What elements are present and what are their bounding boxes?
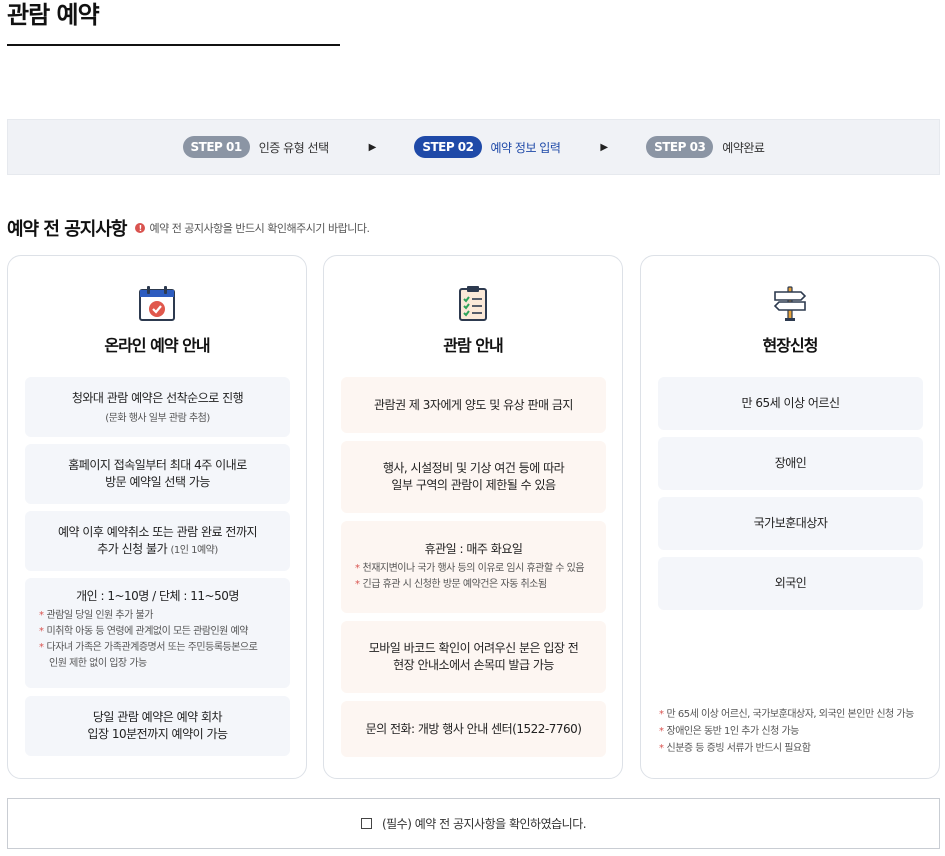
note-star-icon: *	[39, 610, 44, 621]
online-note-item: * 미취학 아동 등 연령에 관계없이 모든 관람인원 예약	[39, 624, 276, 640]
visit-note-text: 긴급 휴관 시 신청한 방문 예약건은 자동 취소됨	[362, 579, 548, 590]
online-note-text: 다자녀 가족은 가족관계증명서 또는 주민등록등본으로	[46, 642, 258, 653]
online-note-text: 관람일 당일 인원 추가 불가	[46, 610, 154, 621]
visit-notes-list: * 천재지변이나 국가 행사 등의 이유로 임시 휴관할 수 있음 * 긴급 휴관 …	[355, 561, 592, 593]
onsite-note-item: * 신분증 등 증빙 서류가 반드시 필요함	[659, 740, 914, 757]
onsite-eligibility-item: 만 65세 이상 어르신	[658, 377, 923, 430]
step-progress-bar: STEP 01 인증 유형 선택 ▶ STEP 02 예약 정보 입력 ▶ ST…	[7, 119, 940, 175]
note-star-icon: *	[355, 563, 360, 574]
title-underline	[7, 44, 340, 46]
onsite-note-text: 신분증 등 증빙 서류가 반드시 필요함	[666, 743, 811, 754]
visit-info-text: 현장 안내소에서 손목띠 발급 가능	[393, 658, 554, 672]
step-1: STEP 01 인증 유형 선택	[182, 136, 329, 158]
online-info-box-2: 홈페이지 접속일부터 최대 4주 이내로 방문 예약일 선택 가능	[25, 444, 290, 504]
page-title: 관람 예약	[7, 1, 100, 29]
visit-info-text: 관람권 제 3자에게 양도 및 유상 판매 금지	[374, 397, 573, 412]
visit-info-card: 관람 안내 관람권 제 3자에게 양도 및 유상 판매 금지 행사, 시설정비 …	[323, 255, 623, 779]
visit-info-box-4: 모바일 바코드 확인이 어려우신 분은 입장 전 현장 안내소에서 손목띠 발급…	[341, 621, 606, 693]
onsite-eligibility-text: 만 65세 이상 어르신	[741, 396, 841, 410]
onsite-application-card: 현장신청 만 65세 이상 어르신 장애인 국가보훈대상자 외국인 * 만 65세…	[640, 255, 940, 779]
visit-info-box-1: 관람권 제 3자에게 양도 및 유상 판매 금지	[341, 377, 606, 433]
online-info-text: 당일 관람 예약은 예약 회차	[92, 710, 223, 724]
notice-section-note: 예약 전 공지사항을 반드시 확인해주시기 바랍니다.	[149, 222, 370, 235]
online-info-text: 방문 예약일 선택 가능	[105, 475, 210, 489]
visit-info-text: 행사, 시설정비 및 기상 여건 등에 따라	[382, 461, 565, 475]
note-star-icon: *	[39, 642, 44, 653]
onsite-eligibility-text: 외국인	[774, 576, 807, 590]
step-3-label: 예약완료	[722, 140, 765, 155]
step-1-label: 인증 유형 선택	[258, 140, 329, 155]
notice-confirm-label[interactable]: (필수) 예약 전 공지사항을 확인하였습니다.	[382, 815, 587, 832]
visit-note-text: 천재지변이나 국가 행사 등의 이유로 임시 휴관할 수 있음	[362, 563, 585, 574]
online-note-continuation: 인원 제한 없이 입장 가능	[49, 658, 147, 669]
onsite-notes-list: * 만 65세 이상 어르신, 국가보훈대상자, 외국인 본인만 신청 가능 * 장…	[659, 706, 914, 757]
visit-info-card-title: 관람 안내	[443, 336, 503, 355]
onsite-note-text: 만 65세 이상 어르신, 국가보훈대상자, 외국인 본인만 신청 가능	[666, 709, 915, 720]
visit-info-box-5: 문의 전화: 개방 행사 안내 센터(1522-7760)	[341, 701, 606, 757]
step-arrow-icon: ▶	[368, 141, 377, 153]
onsite-note-text: 장애인은 동반 1인 추가 신청 가능	[666, 726, 800, 737]
visit-note-item: * 천재지변이나 국가 행사 등의 이유로 임시 휴관할 수 있음	[355, 561, 592, 577]
online-reservation-card: 온라인 예약 안내 청와대 관람 예약은 선착순으로 진행 (문화 행사 일부 …	[7, 255, 307, 779]
online-info-text: 개인 : 1~10명 / 단체 : 11~50명	[76, 589, 239, 603]
signpost-icon	[773, 286, 807, 321]
note-star-icon: *	[659, 726, 664, 737]
step-3: STEP 03 예약완료	[646, 136, 765, 158]
online-info-subtext: (문화 행사 일부 관람 추첨)	[105, 413, 210, 424]
calendar-check-icon	[139, 286, 175, 321]
visit-info-box-2: 행사, 시설정비 및 기상 여건 등에 따라 일부 구역의 관람이 제한될 수 …	[341, 441, 606, 513]
onsite-application-card-title: 현장신청	[762, 336, 819, 355]
onsite-eligibility-item: 장애인	[658, 437, 923, 490]
online-info-paren: (1인 1예약)	[170, 544, 218, 556]
online-note-text: 미취학 아동 등 연령에 관계없이 모든 관람인원 예약	[46, 626, 249, 637]
clipboard-checklist-icon	[459, 286, 487, 321]
online-info-text: 청와대 관람 예약은 선착순으로 진행	[71, 391, 244, 405]
online-note-item: * 다자녀 가족은 가족관계증명서 또는 주민등록등본으로	[39, 640, 276, 656]
notice-confirm-checkbox[interactable]	[360, 818, 372, 829]
onsite-eligibility-text: 장애인	[774, 456, 807, 470]
online-info-text: 예약 이후 예약취소 또는 관람 완료 전까지	[57, 524, 258, 539]
online-info-text: 홈페이지 접속일부터 최대 4주 이내로	[68, 458, 247, 472]
alert-icon: !	[135, 223, 146, 233]
step-2: STEP 02 예약 정보 입력	[414, 136, 561, 158]
note-star-icon: *	[659, 743, 664, 754]
online-info-text: 추가 신청 불가 (1인 1예약)	[39, 541, 276, 559]
step-3-badge: STEP 03	[646, 136, 714, 158]
online-info-box-1: 청와대 관람 예약은 선착순으로 진행 (문화 행사 일부 관람 추첨)	[25, 377, 290, 437]
online-info-box-5: 당일 관람 예약은 예약 회차 입장 10분전까지 예약이 가능	[25, 696, 290, 756]
online-info-text-part: 추가 신청 불가	[97, 541, 168, 556]
visit-info-text: 문의 전화: 개방 행사 안내 센터(1522-7760)	[365, 721, 582, 736]
note-star-icon: *	[39, 626, 44, 637]
visit-info-text: 휴관일 : 매주 화요일	[424, 542, 523, 556]
step-arrow-icon: ▶	[600, 141, 609, 153]
notice-confirm-row[interactable]: (필수) 예약 전 공지사항을 확인하였습니다.	[7, 798, 940, 849]
visit-note-item: * 긴급 휴관 시 신청한 방문 예약건은 자동 취소됨	[355, 577, 592, 593]
online-info-text: 입장 10분전까지 예약이 가능	[87, 727, 228, 741]
online-info-box-3: 예약 이후 예약취소 또는 관람 완료 전까지 추가 신청 불가 (1인 1예약…	[25, 511, 290, 571]
step-1-badge: STEP 01	[182, 136, 250, 158]
online-info-box-4: 개인 : 1~10명 / 단체 : 11~50명 * 관람일 당일 인원 추가 불…	[25, 578, 290, 688]
visit-info-text: 일부 구역의 관람이 제한될 수 있음	[391, 478, 556, 492]
visit-info-text: 모바일 바코드 확인이 어려우신 분은 입장 전	[368, 641, 579, 655]
step-2-label: 예약 정보 입력	[490, 140, 561, 155]
note-star-icon: *	[659, 709, 664, 720]
notice-section-title: 예약 전 공지사항	[7, 219, 127, 240]
online-notes-list: * 관람일 당일 인원 추가 불가 * 미취학 아동 등 연령에 관계없이 모든 관…	[39, 608, 276, 672]
onsite-eligibility-item: 외국인	[658, 557, 923, 610]
onsite-note-item: * 만 65세 이상 어르신, 국가보훈대상자, 외국인 본인만 신청 가능	[659, 706, 914, 723]
onsite-eligibility-text: 국가보훈대상자	[753, 516, 828, 530]
onsite-note-item: * 장애인은 동반 1인 추가 신청 가능	[659, 723, 914, 740]
step-2-badge: STEP 02	[414, 136, 482, 158]
onsite-eligibility-item: 국가보훈대상자	[658, 497, 923, 550]
online-note-item: * 관람일 당일 인원 추가 불가	[39, 608, 276, 624]
notice-section-header: 예약 전 공지사항 ! 예약 전 공지사항을 반드시 확인해주시기 바랍니다.	[7, 215, 370, 241]
visit-info-box-3: 휴관일 : 매주 화요일 * 천재지변이나 국가 행사 등의 이유로 임시 휴관할…	[341, 521, 606, 613]
note-star-icon: *	[355, 579, 360, 590]
online-reservation-card-title: 온라인 예약 안내	[104, 336, 210, 355]
